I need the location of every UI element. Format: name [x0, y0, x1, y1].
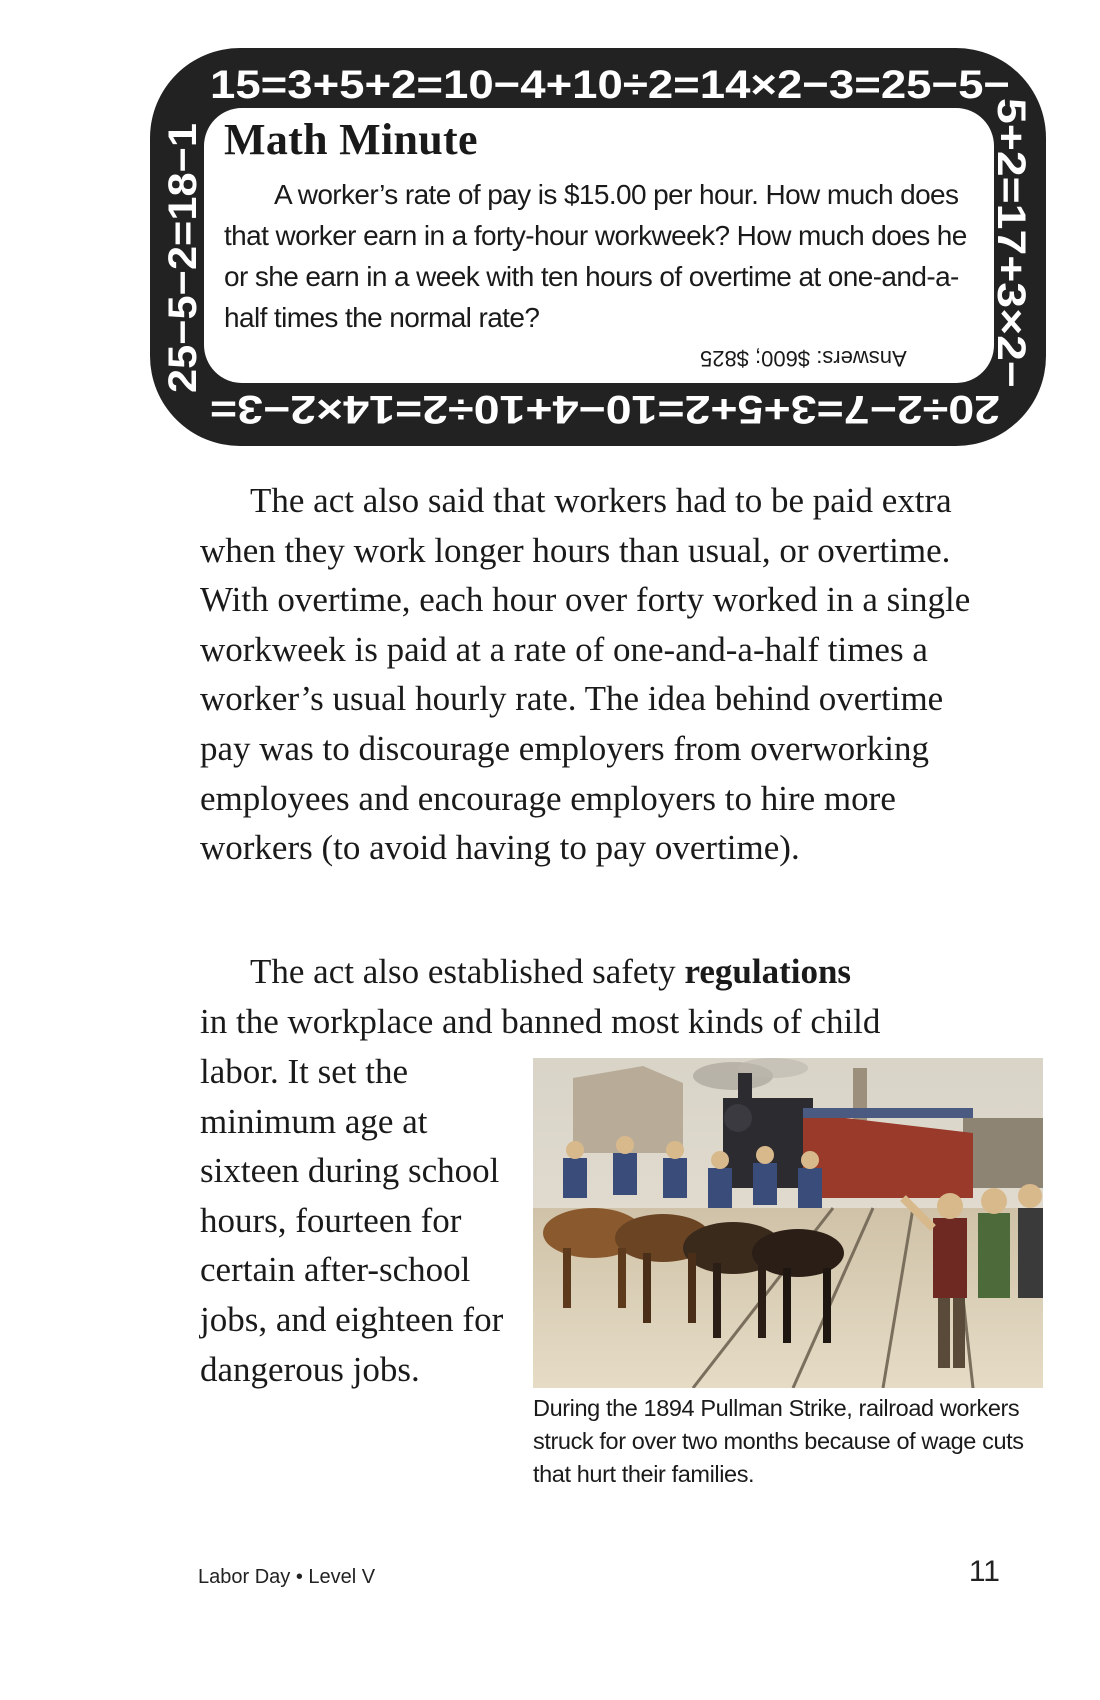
illustration-caption: During the 1894 Pullman Strike, railroad…: [533, 1395, 1024, 1487]
pullman-strike-picture: [533, 1058, 1043, 1388]
math-minute-answer-upside-down: Answers: $600; $825: [700, 346, 907, 371]
pullman-strike-illustration: [533, 1058, 1043, 1388]
book-title-footer: Labor Day • Level V: [198, 1566, 376, 1588]
paragraph-overtime: The act also said that workers had to be…: [200, 476, 1000, 873]
paragraph-overtime-text: The act also said that workers had to be…: [200, 481, 971, 868]
math-border-bottom-text: 20÷2−7=3+5+2=10−4+10÷2=14×2−3=: [210, 387, 1000, 431]
math-border-left-text: 25−5−2=18−1: [161, 123, 205, 393]
page-number: 11: [968, 1555, 1000, 1588]
paragraph-regulations: The act also established safety regulati…: [200, 947, 1000, 1046]
math-border-top-text: 15=3+5+2=10−4+10÷2=14×2−3=25−5−: [210, 63, 1010, 107]
glossary-term-regulations: regulations: [684, 952, 852, 991]
math-border-right-text: 5+2=17+3×2−: [989, 98, 1033, 388]
paragraph-regulations-rest: in the workplace and banned most kinds o…: [200, 1001, 881, 1041]
math-minute-question: A worker’s rate of pay is $15.00 per hou…: [224, 179, 967, 333]
math-minute-title: Math Minute: [224, 115, 478, 164]
paragraph-regulations-start: The act also established safety: [250, 952, 676, 991]
book-page: 15=3+5+2=10−4+10÷2=14×2−3=25−5− 20÷2−7=3…: [0, 0, 1100, 1700]
paragraph-child-labor: labor. It set the minimum age at sixteen…: [200, 1052, 504, 1389]
